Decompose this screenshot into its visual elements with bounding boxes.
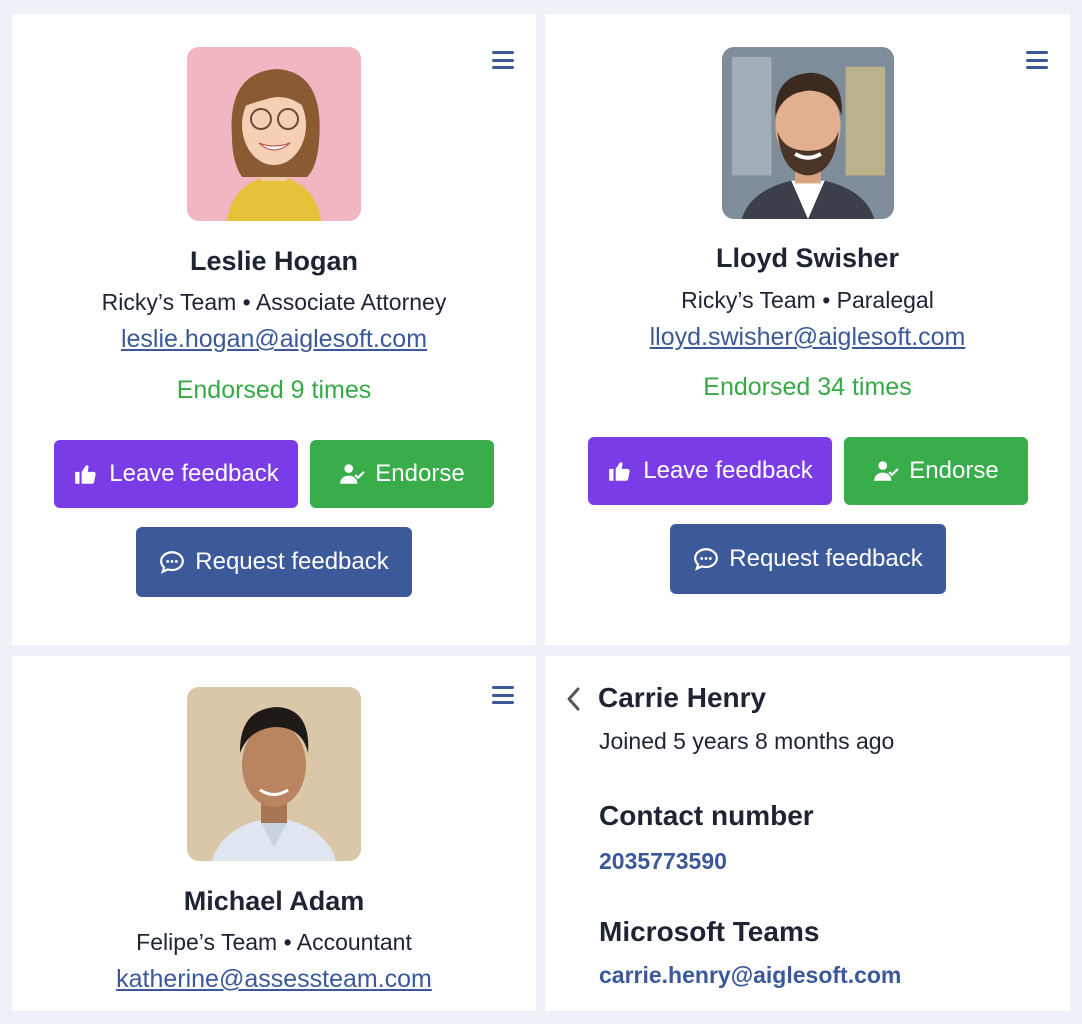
profile-team-role: Felipe’s Team • Accountant [136, 929, 412, 955]
joined-text: Joined 5 years 8 months ago [599, 728, 895, 754]
leave-feedback-label: Leave feedback [643, 457, 813, 484]
profile-card-leslie-hogan: Leslie Hogan Ricky’s Team • Associate At… [12, 14, 536, 645]
microsoft-teams-value[interactable]: carrie.henry@aiglesoft.com [599, 962, 901, 989]
avatar [187, 687, 361, 861]
endorse-label: Endorse [909, 457, 999, 484]
profile-team-role: Ricky’s Team • Associate Attorney [101, 289, 447, 315]
endorse-label: Endorse [375, 460, 465, 487]
endorsement-count: Endorsed 9 times [176, 376, 372, 404]
profile-name: Lloyd Swisher [715, 243, 900, 273]
menu-icon[interactable] [492, 685, 514, 705]
endorse-button[interactable]: Endorse [844, 437, 1028, 505]
profile-email-link[interactable]: lloyd.swisher@aiglesoft.com [545, 323, 1070, 352]
profile-name: Leslie Hogan [189, 246, 359, 276]
profile-card-michael-adam: Michael Adam Felipe’s Team • Accountant … [12, 656, 536, 1011]
user-check-icon [340, 464, 365, 484]
menu-icon[interactable] [492, 50, 514, 70]
contact-detail-card: Carrie Henry Joined 5 years 8 months ago… [545, 656, 1070, 1011]
chat-bubble-icon [160, 551, 185, 574]
endorse-button[interactable]: Endorse [310, 440, 494, 508]
thumbs-up-icon [609, 462, 630, 481]
profile-email-link[interactable]: leslie.hogan@aiglesoft.com [12, 325, 536, 354]
leave-feedback-button[interactable]: Leave feedback [588, 437, 832, 505]
avatar [721, 47, 894, 219]
endorsement-count: Endorsed 34 times [703, 373, 912, 401]
profile-team-role: Ricky’s Team • Paralegal [681, 287, 934, 313]
chevron-left-icon[interactable] [565, 686, 581, 712]
request-feedback-button[interactable]: Request feedback [670, 524, 946, 594]
profile-card-lloyd-swisher: Lloyd Swisher Ricky’s Team • Paralegal l… [545, 14, 1070, 645]
thumbs-up-icon [75, 465, 96, 484]
contact-name: Carrie Henry [598, 682, 767, 713]
request-feedback-button[interactable]: Request feedback [136, 527, 412, 597]
leave-feedback-button[interactable]: Leave feedback [54, 440, 298, 508]
menu-icon[interactable] [1026, 50, 1048, 70]
request-feedback-label: Request feedback [729, 545, 923, 572]
user-check-icon [874, 461, 899, 481]
contact-number-value[interactable]: 2035773590 [599, 848, 727, 875]
profile-name: Michael Adam [183, 886, 365, 916]
profile-email-link[interactable]: katherine@assessteam.com [12, 965, 536, 994]
leave-feedback-label: Leave feedback [109, 460, 279, 487]
chat-bubble-icon [694, 548, 719, 571]
microsoft-teams-label: Microsoft Teams [599, 916, 820, 947]
avatar [187, 47, 361, 221]
contact-number-label: Contact number [599, 800, 814, 831]
request-feedback-label: Request feedback [195, 548, 389, 575]
